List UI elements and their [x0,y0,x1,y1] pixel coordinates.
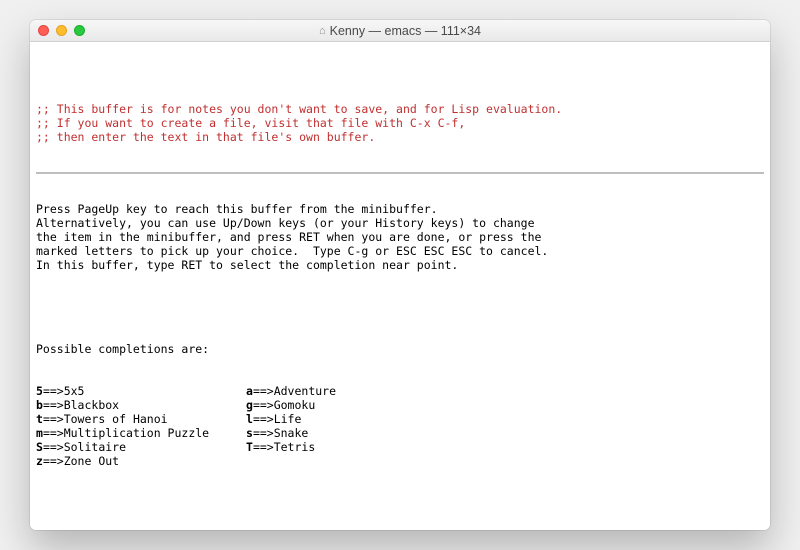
emacs-terminal[interactable]: ;; This buffer is for notes you don't wa… [30,42,770,530]
completion-help-line: Press PageUp key to reach this buffer fr… [36,202,764,216]
window-title: ⌂ Kenny — emacs — 111×34 [30,24,770,38]
completion-row: z==>Zone Out [36,454,764,468]
completion-item[interactable]: S==>Solitaire [36,440,246,454]
possible-completions-header: Possible completions are: [36,342,764,356]
completion-item[interactable]: T==>Tetris [246,440,315,454]
close-icon[interactable] [38,25,49,36]
completion-row: S==>SolitaireT==>Tetris [36,440,764,454]
completions-buffer[interactable]: Press PageUp key to reach this buffer fr… [36,174,764,530]
completion-item[interactable]: g==>Gomoku [246,398,315,412]
completion-help-line: Alternatively, you can use Up/Down keys … [36,216,764,230]
scratch-comment-line: ;; then enter the text in that file's ow… [36,130,764,144]
scratch-buffer[interactable]: ;; This buffer is for notes you don't wa… [36,74,764,172]
completion-row: 5==>5x5a==>Adventure [36,384,764,398]
traffic-lights [38,25,85,36]
completion-row: m==>Multiplication Puzzles==>Snake [36,426,764,440]
completion-help-line: In this buffer, type RET to select the c… [36,258,764,272]
completion-item[interactable]: b==>Blackbox [36,398,246,412]
completion-item[interactable]: l==>Life [246,412,301,426]
completion-item[interactable]: t==>Towers of Hanoi [36,412,246,426]
completion-item[interactable]: s==>Snake [246,426,308,440]
home-icon: ⌂ [319,25,326,37]
scratch-comment-line: ;; If you want to create a file, visit t… [36,116,764,130]
completion-item[interactable]: a==>Adventure [246,384,336,398]
window-title-text: Kenny — emacs — 111×34 [330,24,481,38]
completion-help-line: marked letters to pick up your choice. T… [36,244,764,258]
completion-row: t==>Towers of Hanoil==>Life [36,412,764,426]
completion-row: b==>Blackboxg==>Gomoku [36,398,764,412]
zoom-icon[interactable] [74,25,85,36]
completion-item[interactable]: 5==>5x5 [36,384,246,398]
completion-item[interactable]: z==>Zone Out [36,454,246,468]
titlebar: ⌂ Kenny — emacs — 111×34 [30,20,770,42]
completion-help-line: the item in the minibuffer, and press RE… [36,230,764,244]
completion-item[interactable]: m==>Multiplication Puzzle [36,426,246,440]
scratch-comment-line: ;; This buffer is for notes you don't wa… [36,102,764,116]
minimize-icon[interactable] [56,25,67,36]
terminal-window: ⌂ Kenny — emacs — 111×34 ;; This buffer … [30,20,770,530]
